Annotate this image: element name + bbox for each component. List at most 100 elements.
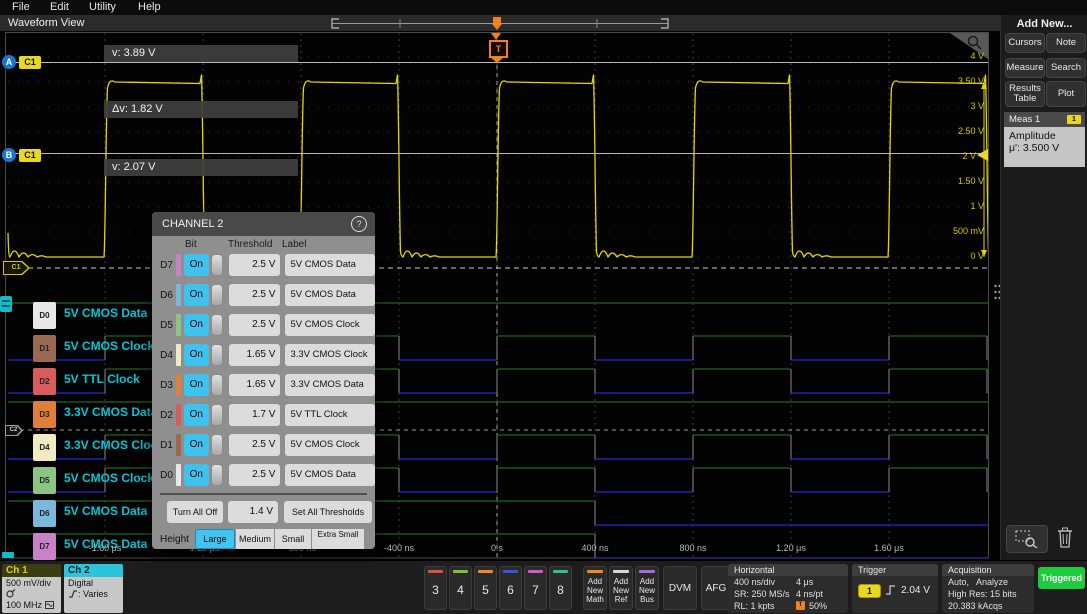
- cursor-a-badge[interactable]: A: [2, 55, 16, 69]
- bit-toggle-knob[interactable]: [211, 434, 223, 456]
- bit-on-button[interactable]: On: [184, 254, 209, 276]
- add-new-math-button[interactable]: Add New Math: [583, 566, 607, 610]
- cursor-b-badge[interactable]: B: [2, 148, 16, 162]
- bit-label-field[interactable]: 3.3V CMOS Clock: [285, 344, 375, 366]
- menu-edit[interactable]: Edit: [50, 1, 69, 13]
- trigger-panel[interactable]: Trigger 1 2.04 V: [852, 564, 938, 613]
- bit-label-field[interactable]: 5V CMOS Data: [285, 284, 375, 306]
- bit-threshold-field[interactable]: 2.5 V: [229, 254, 281, 276]
- bit-toggle-knob[interactable]: [211, 374, 223, 396]
- add-cursors-button[interactable]: Cursors: [1005, 33, 1045, 53]
- channel-8-button[interactable]: 8: [549, 566, 572, 610]
- digital-bit-badge-d6[interactable]: D6: [33, 500, 56, 527]
- add-measure-button[interactable]: Measure: [1005, 58, 1045, 78]
- bit-threshold-field[interactable]: 1.65 V: [229, 374, 281, 396]
- digital-bit-badge-d1[interactable]: D1: [33, 335, 56, 362]
- height-large-button[interactable]: Large: [195, 529, 235, 549]
- bit-threshold-field[interactable]: 2.5 V: [229, 284, 281, 306]
- channel-7-button[interactable]: 7: [524, 566, 547, 610]
- zoom-select-button[interactable]: [1006, 525, 1048, 553]
- turn-all-off-button[interactable]: Turn All Off: [167, 501, 223, 523]
- height-medium-button[interactable]: Medium: [236, 529, 274, 549]
- ch2-threshold: Varies: [83, 589, 108, 599]
- menu-utility[interactable]: Utility: [89, 1, 116, 13]
- cursor-a-source-tag[interactable]: C1: [19, 56, 41, 69]
- dialog-row-d2: D2 On 1.7 V 5V TTL Clock: [156, 403, 375, 427]
- bit-label-field[interactable]: 5V CMOS Data: [285, 254, 375, 276]
- bit-label-field[interactable]: 3.3V CMOS Data: [285, 374, 375, 396]
- bit-on-button[interactable]: On: [184, 314, 209, 336]
- bit-toggle-knob[interactable]: [211, 344, 223, 366]
- digital-label-d3[interactable]: 3.3V CMOS Data: [64, 405, 157, 419]
- add-plot-button[interactable]: Plot: [1046, 81, 1086, 107]
- channel2-dialog-title[interactable]: CHANNEL 2 ?: [152, 212, 375, 236]
- channel-5-button[interactable]: 5: [474, 566, 497, 610]
- help-icon[interactable]: ?: [351, 216, 367, 232]
- bit-label-field[interactable]: 5V TTL Clock: [285, 404, 375, 426]
- bit-toggle-knob[interactable]: [211, 254, 223, 276]
- digital-bit-badge-d4[interactable]: D4: [33, 434, 56, 461]
- channel-4-button[interactable]: 4: [449, 566, 472, 610]
- digital-label-d6[interactable]: 5V CMOS Data: [64, 504, 147, 518]
- digital-label-d4[interactable]: 3.3V CMOS Clock: [64, 438, 164, 452]
- cursor-b-source-tag[interactable]: C1: [19, 149, 41, 162]
- trigger-flag[interactable]: T: [489, 40, 508, 58]
- add-note-button[interactable]: Note: [1046, 33, 1086, 53]
- y-tick-4v: 4 V: [934, 51, 984, 62]
- bit-threshold-field[interactable]: 2.5 V: [229, 434, 281, 456]
- ch1-badge[interactable]: Ch 1 500 mV/div 100 MHz: [2, 564, 61, 613]
- bit-threshold-field[interactable]: 1.7 V: [229, 404, 281, 426]
- add-new-ref-button[interactable]: Add New Ref: [609, 566, 633, 610]
- add-new-bus-button[interactable]: Add New Bus: [635, 566, 659, 610]
- set-all-thresholds-button[interactable]: Set All Thresholds: [284, 501, 372, 523]
- menu-file[interactable]: File: [12, 1, 30, 13]
- height-extra-small-button[interactable]: Extra Small: [312, 529, 364, 549]
- afg-button[interactable]: AFG: [701, 566, 731, 610]
- bit-on-button[interactable]: On: [184, 344, 209, 366]
- meas1-card-header[interactable]: Meas 1 1: [1004, 112, 1085, 127]
- tab-waveform-view[interactable]: Waveform View: [8, 17, 84, 29]
- horizontal-panel[interactable]: Horizontal 400 ns/div4 μs SR: 250 MS/s4 …: [728, 564, 848, 613]
- digital-bit-badge-d5[interactable]: D5: [33, 467, 56, 494]
- bit-toggle-knob[interactable]: [211, 284, 223, 306]
- bit-on-button[interactable]: On: [184, 374, 209, 396]
- dialog-row-d5: D5 On 2.5 V 5V CMOS Clock: [156, 313, 375, 337]
- digital-bit-badge-d3[interactable]: D3: [33, 401, 56, 428]
- digital-bit-badge-d0[interactable]: D0: [33, 302, 56, 329]
- trash-icon[interactable]: [1056, 527, 1074, 549]
- bit-threshold-field[interactable]: 2.5 V: [229, 464, 281, 486]
- digital-bit-badge-d7[interactable]: D7: [33, 533, 56, 560]
- bit-label-field[interactable]: 5V CMOS Clock: [285, 434, 375, 456]
- channel-3-button[interactable]: 3: [424, 566, 447, 610]
- bit-on-button[interactable]: On: [184, 284, 209, 306]
- digital-group-handle-icon[interactable]: [0, 296, 12, 312]
- digital-label-d5[interactable]: 5V CMOS Clock: [64, 471, 154, 485]
- dialog-row-d6: D6 On 2.5 V 5V CMOS Data: [156, 283, 375, 307]
- all-threshold-field[interactable]: 1.4 V: [228, 501, 278, 523]
- menu-help[interactable]: Help: [138, 1, 161, 13]
- bit-on-button[interactable]: On: [184, 434, 209, 456]
- meas1-card-body[interactable]: Amplitude μ': 3.500 V: [1004, 127, 1085, 167]
- bit-label-field[interactable]: 5V CMOS Data: [285, 464, 375, 486]
- channel-6-button[interactable]: 6: [499, 566, 522, 610]
- bit-on-button[interactable]: On: [184, 464, 209, 486]
- bit-on-button[interactable]: On: [184, 404, 209, 426]
- digital-bit-badge-d2[interactable]: D2: [33, 368, 56, 395]
- ch2-badge[interactable]: Ch 2 Digital : Varies: [64, 564, 123, 613]
- bit-threshold-field[interactable]: 2.5 V: [229, 314, 281, 336]
- height-small-button[interactable]: Small: [275, 529, 311, 549]
- digital-label-d2[interactable]: 5V TTL Clock: [64, 372, 140, 386]
- bit-label-field[interactable]: 5V CMOS Clock: [285, 314, 375, 336]
- acquisition-overview-ruler[interactable]: [330, 17, 670, 30]
- acquisition-panel[interactable]: Acquisition Auto, Analyze High Res: 15 b…: [942, 564, 1034, 613]
- dvm-button[interactable]: DVM: [663, 566, 697, 610]
- digital-label-d1[interactable]: 5V CMOS Clock: [64, 339, 154, 353]
- bit-toggle-knob[interactable]: [211, 314, 223, 336]
- dialog-column-headers: Bit Threshold Label: [152, 236, 375, 253]
- add-results-table-button[interactable]: Results Table: [1005, 81, 1045, 107]
- bit-toggle-knob[interactable]: [211, 404, 223, 426]
- bit-toggle-knob[interactable]: [211, 464, 223, 486]
- bit-threshold-field[interactable]: 1.65 V: [229, 344, 281, 366]
- add-search-button[interactable]: Search: [1046, 58, 1086, 78]
- digital-label-d0[interactable]: 5V CMOS Data: [64, 306, 147, 320]
